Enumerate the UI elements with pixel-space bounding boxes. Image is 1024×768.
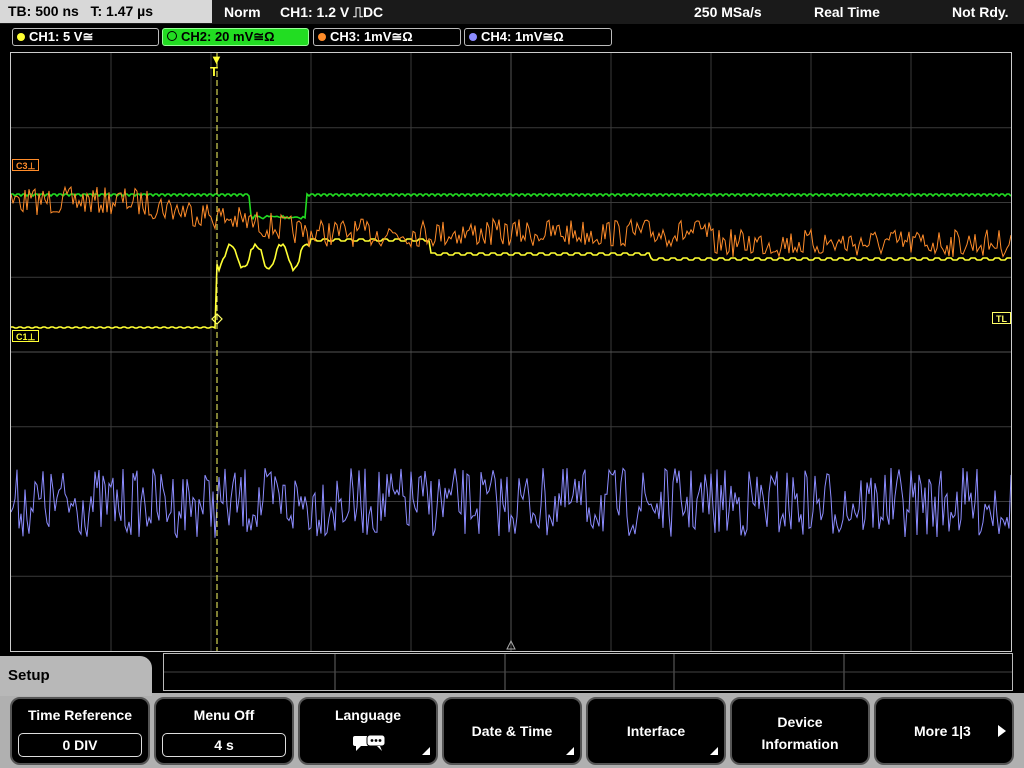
- menu-off-label: Menu Off: [193, 707, 255, 723]
- speech-bubble-icon: [352, 733, 388, 755]
- waveform-canvas: [11, 53, 1011, 651]
- channel-3-offset-marker[interactable]: C3⊥: [12, 159, 40, 171]
- date-time-label: Date & Time: [471, 723, 553, 739]
- trigger-level-marker[interactable]: TL: [992, 312, 1011, 324]
- timebase-box[interactable]: TB: 500 ns T: 1.47 µs: [0, 0, 212, 23]
- menu-off-softkey[interactable]: Menu Off 4 s: [154, 697, 294, 765]
- channel-1-offset-marker[interactable]: C1⊥: [12, 330, 40, 342]
- channel-4-label: CH4: 1mV≅Ω: [481, 29, 564, 44]
- time-reference-softkey[interactable]: Time Reference 0 DIV: [10, 697, 150, 765]
- interface-label: Interface: [626, 723, 686, 739]
- channel-4-tab[interactable]: CH4: 1mV≅Ω: [464, 28, 612, 46]
- readout-dividers: [164, 654, 1012, 690]
- channel-1-label: CH1: 5 V≅: [29, 29, 94, 44]
- trigger-mode[interactable]: Norm: [224, 0, 261, 24]
- channel-1-tab[interactable]: CH1: 5 V≅: [12, 28, 159, 46]
- graticule: [11, 53, 1011, 651]
- time-reference-value: 0 DIV: [18, 733, 142, 757]
- waveform-display[interactable]: [10, 52, 1012, 652]
- submenu-corner-icon: [566, 747, 574, 755]
- acquisition-state: Not Rdy.: [952, 4, 1009, 20]
- menu-off-value: 4 s: [162, 733, 286, 757]
- status-bar: TB: 500 ns T: 1.47 µs Norm CH1: 1.2 V ⎍D…: [0, 0, 1024, 24]
- channel-2-color-dot: [167, 31, 177, 41]
- trigger-time-readout: T: 1.47 µs: [90, 3, 154, 19]
- sample-rate: 250 MSa/s: [694, 4, 762, 20]
- right-arrow-icon: [998, 725, 1006, 737]
- time-reference-label: Time Reference: [27, 707, 132, 723]
- interface-softkey[interactable]: Interface: [586, 697, 726, 765]
- device-info-label-line2: Information: [761, 736, 839, 752]
- trigger-marker-label: T: [210, 64, 218, 79]
- menu-title: Setup: [0, 656, 152, 696]
- language-label: Language: [334, 707, 402, 723]
- timebase-readout: TB: 500 ns: [8, 3, 79, 19]
- more-softkey[interactable]: More 1|3: [874, 697, 1014, 765]
- channel-2-label: CH2: 20 mV≅Ω: [181, 29, 275, 44]
- submenu-corner-icon: [422, 747, 430, 755]
- measurement-readout-area: [163, 653, 1013, 691]
- channel-3-color-dot: [318, 33, 326, 41]
- language-softkey[interactable]: Language: [298, 697, 438, 765]
- device-information-softkey[interactable]: Device Information: [730, 697, 870, 765]
- channel-1-color-dot: [17, 33, 25, 41]
- trigger-t-marker[interactable]: ▼ T: [210, 53, 223, 79]
- channel-3-label: CH3: 1mV≅Ω: [330, 29, 413, 44]
- channel-4-color-dot: [469, 33, 477, 41]
- channel-3-tab[interactable]: CH3: 1mV≅Ω: [313, 28, 461, 46]
- trigger-source[interactable]: CH1: 1.2 V ⎍DC: [280, 0, 383, 24]
- submenu-corner-icon: [710, 747, 718, 755]
- device-info-label-line1: Device: [777, 714, 823, 730]
- acquisition-mode: Real Time: [814, 4, 880, 20]
- date-time-softkey[interactable]: Date & Time: [442, 697, 582, 765]
- channel-2-tab[interactable]: CH2: 20 mV≅Ω: [162, 28, 309, 46]
